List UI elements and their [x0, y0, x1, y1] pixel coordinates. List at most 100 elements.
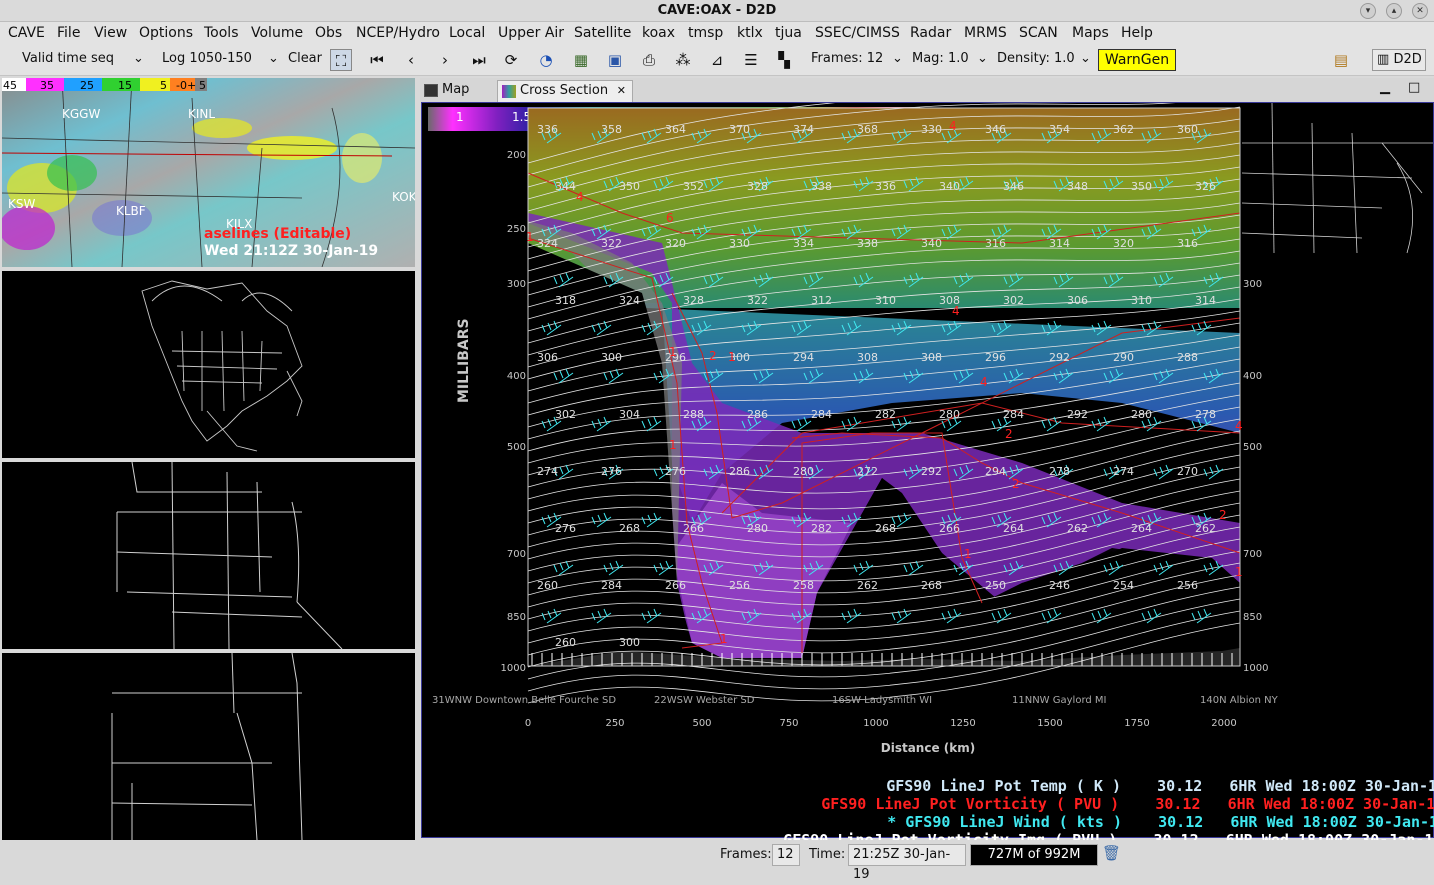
- chevron-down-icon[interactable]: ⌄: [268, 51, 279, 66]
- menu-ktlx[interactable]: ktlx: [737, 25, 763, 41]
- menu-view[interactable]: View: [94, 25, 127, 41]
- window-title: CAVE:OAX - D2D: [657, 3, 777, 18]
- pressure-tick: 400: [507, 371, 526, 382]
- cross-section-view[interactable]: 1 1.5 2 5 10 15: [421, 82, 1434, 849]
- isentrope-label: 352: [683, 180, 704, 193]
- menu-upper-air[interactable]: Upper Air: [498, 25, 564, 41]
- pressure-tick: 250: [507, 224, 526, 235]
- sat-cb-label: 25: [80, 79, 94, 92]
- clear-button[interactable]: Clear: [288, 51, 322, 66]
- side-panel-north-america[interactable]: [2, 271, 415, 458]
- isentrope-label: 346: [1003, 180, 1024, 193]
- isentrope-label: 296: [985, 351, 1006, 364]
- menu-help[interactable]: Help: [1121, 25, 1153, 41]
- previous-frame-icon[interactable]: ‹: [400, 49, 422, 71]
- menu-tools[interactable]: Tools: [204, 25, 239, 41]
- cross-section-icon: [502, 85, 516, 98]
- swap-icon[interactable]: ▦: [570, 49, 592, 71]
- trash-icon[interactable]: 🗑: [1102, 844, 1121, 862]
- isentrope-label: 280: [1131, 408, 1152, 421]
- pv-label: 4: [980, 375, 988, 389]
- isentrope-label: 280: [793, 465, 814, 478]
- menu-local[interactable]: Local: [449, 25, 485, 41]
- chevron-down-icon[interactable]: ⌄: [1080, 51, 1091, 66]
- next-frame-icon[interactable]: ›: [434, 49, 456, 71]
- points-icon[interactable]: ⁂: [672, 49, 694, 71]
- isentrope-label: 280: [939, 408, 960, 421]
- pressure-tick-right: 700: [1243, 549, 1262, 560]
- menu-options[interactable]: Options: [139, 25, 193, 41]
- menu-maps[interactable]: Maps: [1072, 25, 1109, 41]
- menu-obs[interactable]: Obs: [315, 25, 342, 41]
- first-frame-icon[interactable]: ⏮: [366, 49, 388, 71]
- chevron-down-icon[interactable]: ⌄: [977, 51, 988, 66]
- tab-cross-section[interactable]: Cross Section ✕: [497, 80, 633, 102]
- valid-time-dropdown[interactable]: Valid time seq: [22, 51, 114, 66]
- log-scale-dropdown[interactable]: Log 1050-150: [162, 51, 252, 66]
- warngen-button[interactable]: WarnGen: [1098, 49, 1176, 71]
- legend-toggle-icon[interactable]: ☰: [740, 49, 762, 71]
- distance-tick: 500: [692, 718, 711, 729]
- distance-tick: 1750: [1124, 718, 1149, 729]
- density-dropdown[interactable]: Density: 1.0: [997, 51, 1075, 66]
- isentrope-label: 362: [1113, 123, 1134, 136]
- side-panel-central-us[interactable]: [2, 461, 415, 650]
- isentrope-label: 290: [1113, 351, 1134, 364]
- perspective-icon[interactable]: ▤: [1330, 49, 1352, 71]
- menu-radar[interactable]: Radar: [910, 25, 951, 41]
- menu-tjua[interactable]: tjua: [775, 25, 802, 41]
- menu-mrms[interactable]: MRMS: [964, 25, 1007, 41]
- pressure-tick-right: 300: [1243, 279, 1262, 290]
- menu-scan[interactable]: SCAN: [1019, 25, 1058, 41]
- maximize-view-icon[interactable]: □: [1408, 80, 1420, 95]
- location-label: 140N Albion NY: [1200, 695, 1279, 706]
- regional-map: [111, 652, 303, 841]
- isentrope-label: 268: [619, 522, 640, 535]
- isentrope-label: 330: [729, 237, 750, 250]
- menu-volume[interactable]: Volume: [251, 25, 303, 41]
- menu-satellite[interactable]: Satellite: [574, 25, 631, 41]
- menu-koax[interactable]: koax: [642, 25, 675, 41]
- station-label: KGGW: [62, 107, 100, 121]
- isentrope-label: 262: [1067, 522, 1088, 535]
- close-tab-icon[interactable]: ✕: [617, 81, 626, 101]
- side-panel-regional[interactable]: [2, 652, 415, 841]
- time-icon[interactable]: ◔: [535, 49, 557, 71]
- x-axis-label: Distance (km): [881, 741, 975, 755]
- isentrope-label: 272: [857, 465, 878, 478]
- image-properties-icon[interactable]: ▣: [604, 49, 626, 71]
- menu-tmsp[interactable]: tmsp: [688, 25, 723, 41]
- memory-usage: 727M of 992M: [970, 844, 1098, 866]
- side-panel-satellite[interactable]: 45 35 25 15 5 -0+ 5 KGGW KINL KSW KLBF K…: [0, 77, 418, 268]
- minimize-view-icon[interactable]: ▁: [1380, 80, 1390, 95]
- mag-dropdown[interactable]: Mag: 1.0: [912, 51, 969, 66]
- maximize-icon[interactable]: ▴: [1386, 3, 1402, 19]
- tab-cross-section-label: Cross Section: [520, 83, 609, 98]
- isentrope-label: 320: [1113, 237, 1134, 250]
- last-frame-icon[interactable]: ⏭: [468, 49, 490, 71]
- d2d-perspective-button[interactable]: ▥ D2D: [1372, 49, 1426, 71]
- distance-tick: 1500: [1037, 718, 1062, 729]
- isentrope-label: 258: [793, 579, 814, 592]
- baseline-icon[interactable]: ⊿: [706, 49, 728, 71]
- minimize-icon[interactable]: ▾: [1360, 3, 1376, 19]
- loop-icon[interactable]: ⟳: [500, 49, 522, 71]
- fullscreen-icon[interactable]: ⛶: [330, 49, 352, 71]
- print-icon[interactable]: ⎙: [638, 49, 660, 71]
- isentrope-label: 364: [665, 123, 686, 136]
- menu-file[interactable]: File: [57, 25, 80, 41]
- menu-cave[interactable]: CAVE: [8, 25, 45, 41]
- location-label: 22WSW Webster SD: [654, 695, 755, 706]
- chevron-down-icon[interactable]: ⌄: [133, 51, 144, 66]
- isentrope-label: 278: [1195, 408, 1216, 421]
- tab-map[interactable]: Map: [420, 80, 496, 102]
- chevron-down-icon[interactable]: ⌄: [892, 51, 903, 66]
- panel-layout-icon[interactable]: ▚: [773, 49, 795, 71]
- frames-dropdown[interactable]: Frames: 12: [811, 51, 883, 66]
- close-icon[interactable]: ✕: [1412, 3, 1428, 19]
- isentrope-label: 316: [985, 237, 1006, 250]
- menu-ncep-hydro[interactable]: NCEP/Hydro: [356, 25, 440, 41]
- isentrope-label: 262: [1195, 522, 1216, 535]
- menu-ssec-cimss[interactable]: SSEC/CIMSS: [815, 25, 900, 41]
- isentrope-label: 316: [1177, 237, 1198, 250]
